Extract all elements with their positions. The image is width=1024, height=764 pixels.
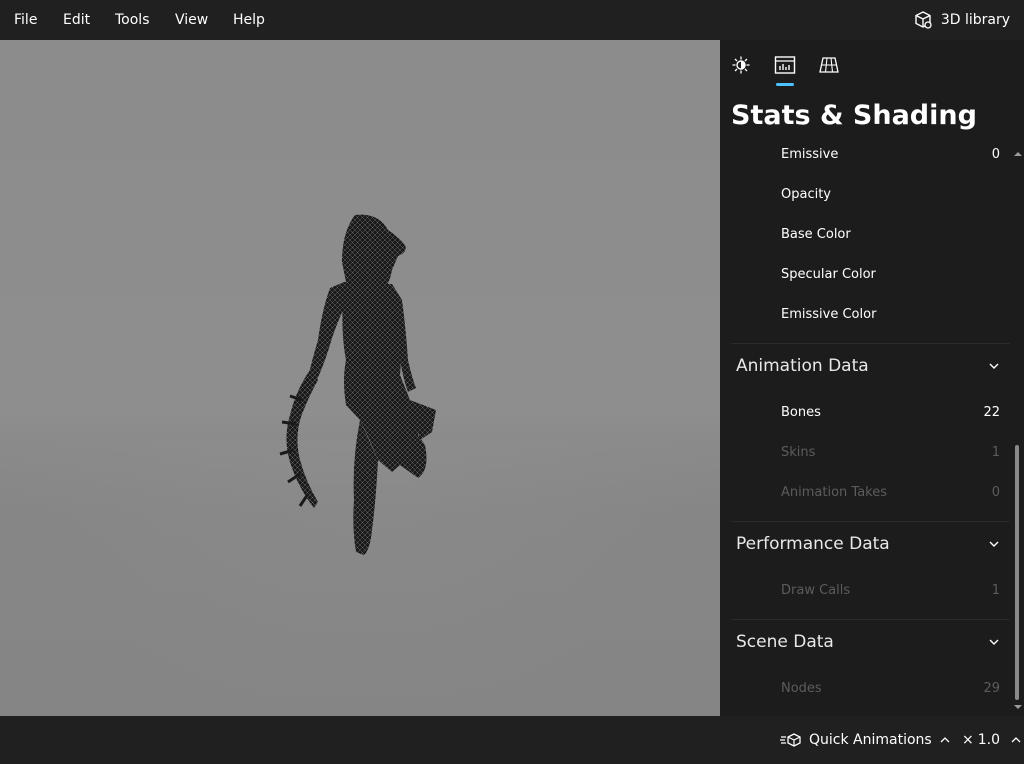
3d-library-button[interactable]: 3D library — [913, 9, 1010, 31]
chevron-up-icon — [940, 737, 950, 743]
row-label: Skins — [781, 445, 816, 460]
stats-panel: Stats & Shading Emissive 0 Opacity Base … — [720, 40, 1024, 716]
list-item: Animation Takes 0 — [720, 473, 1010, 513]
section-title: Scene Data — [736, 632, 834, 652]
chevron-down-icon — [989, 541, 999, 547]
section-title: Performance Data — [736, 534, 890, 554]
row-value: 29 — [983, 681, 1000, 696]
menu-edit[interactable]: Edit — [63, 12, 90, 28]
row-label: Opacity — [781, 187, 832, 202]
list-item[interactable]: Emissive Color — [720, 295, 1010, 335]
grid-mesh-icon — [819, 57, 839, 73]
section-title: Animation Data — [736, 356, 869, 376]
row-label: Base Color — [781, 227, 851, 242]
scroll-up-icon[interactable] — [1014, 150, 1022, 158]
panel-tabs — [720, 40, 1024, 90]
section-scene-data[interactable]: Scene Data — [731, 619, 1010, 665]
stats-chart-icon — [774, 56, 796, 74]
quick-animations-label: Quick Animations — [809, 732, 932, 748]
menu-tools[interactable]: Tools — [115, 12, 150, 28]
menu-file[interactable]: File — [14, 12, 37, 28]
row-label: Animation Takes — [781, 485, 887, 500]
3d-model[interactable] — [260, 210, 440, 560]
tab-lighting[interactable] — [728, 52, 754, 78]
menu-view[interactable]: View — [175, 12, 208, 28]
row-label: Emissive — [781, 147, 839, 162]
row-value: 1 — [991, 583, 1000, 598]
list-item: Draw Calls 1 — [720, 571, 1010, 611]
bottom-bar: Quick Animations × 1.0 — [0, 716, 1024, 764]
3d-library-label: 3D library — [940, 12, 1010, 28]
row-label: Emissive Color — [781, 307, 877, 322]
list-item: Bones 22 — [720, 393, 1010, 433]
speed-value: 1.0 — [977, 732, 1000, 748]
row-label: Specular Color — [781, 267, 876, 282]
quick-animations-button[interactable]: Quick Animations — [780, 732, 951, 748]
3d-viewport[interactable] — [0, 40, 720, 716]
speed-prefix: × — [962, 732, 974, 748]
chevron-down-icon — [989, 363, 999, 369]
list-item: Nodes 29 — [720, 669, 1010, 709]
scrollbar-thumb[interactable] — [1015, 445, 1019, 700]
list-item: Skins 1 — [720, 433, 1010, 473]
tab-mesh[interactable] — [816, 52, 842, 78]
animation-cube-icon — [780, 733, 801, 747]
section-animation-data[interactable]: Animation Data — [731, 343, 1010, 389]
row-label: Bones — [781, 405, 821, 420]
row-label: Draw Calls — [781, 583, 851, 598]
list-item[interactable]: Base Color — [720, 215, 1010, 255]
cube-box-icon — [915, 11, 932, 29]
active-tab-indicator — [776, 83, 794, 86]
scroll-down-icon[interactable] — [1014, 703, 1022, 711]
list-item: Emissive 0 — [720, 135, 1010, 175]
section-performance-data[interactable]: Performance Data — [731, 521, 1010, 567]
row-value: 0 — [991, 147, 1000, 162]
chevron-up-icon — [1011, 737, 1021, 743]
model-silhouette — [279, 214, 436, 555]
tab-stats[interactable] — [772, 52, 798, 78]
list-item[interactable]: Specular Color — [720, 255, 1010, 295]
menu-help[interactable]: Help — [233, 12, 265, 28]
playback-speed-control[interactable]: × 1.0 — [962, 732, 1022, 748]
row-value: 22 — [983, 405, 1000, 420]
panel-title: Stats & Shading — [731, 100, 977, 131]
menu-bar: File Edit Tools View Help 3D library — [0, 0, 1024, 40]
row-label: Nodes — [781, 681, 822, 696]
sun-icon — [732, 56, 750, 74]
list-item[interactable]: Opacity — [720, 175, 1010, 215]
row-value: 1 — [991, 445, 1000, 460]
chevron-down-icon — [989, 639, 999, 645]
row-value: 0 — [991, 485, 1000, 500]
